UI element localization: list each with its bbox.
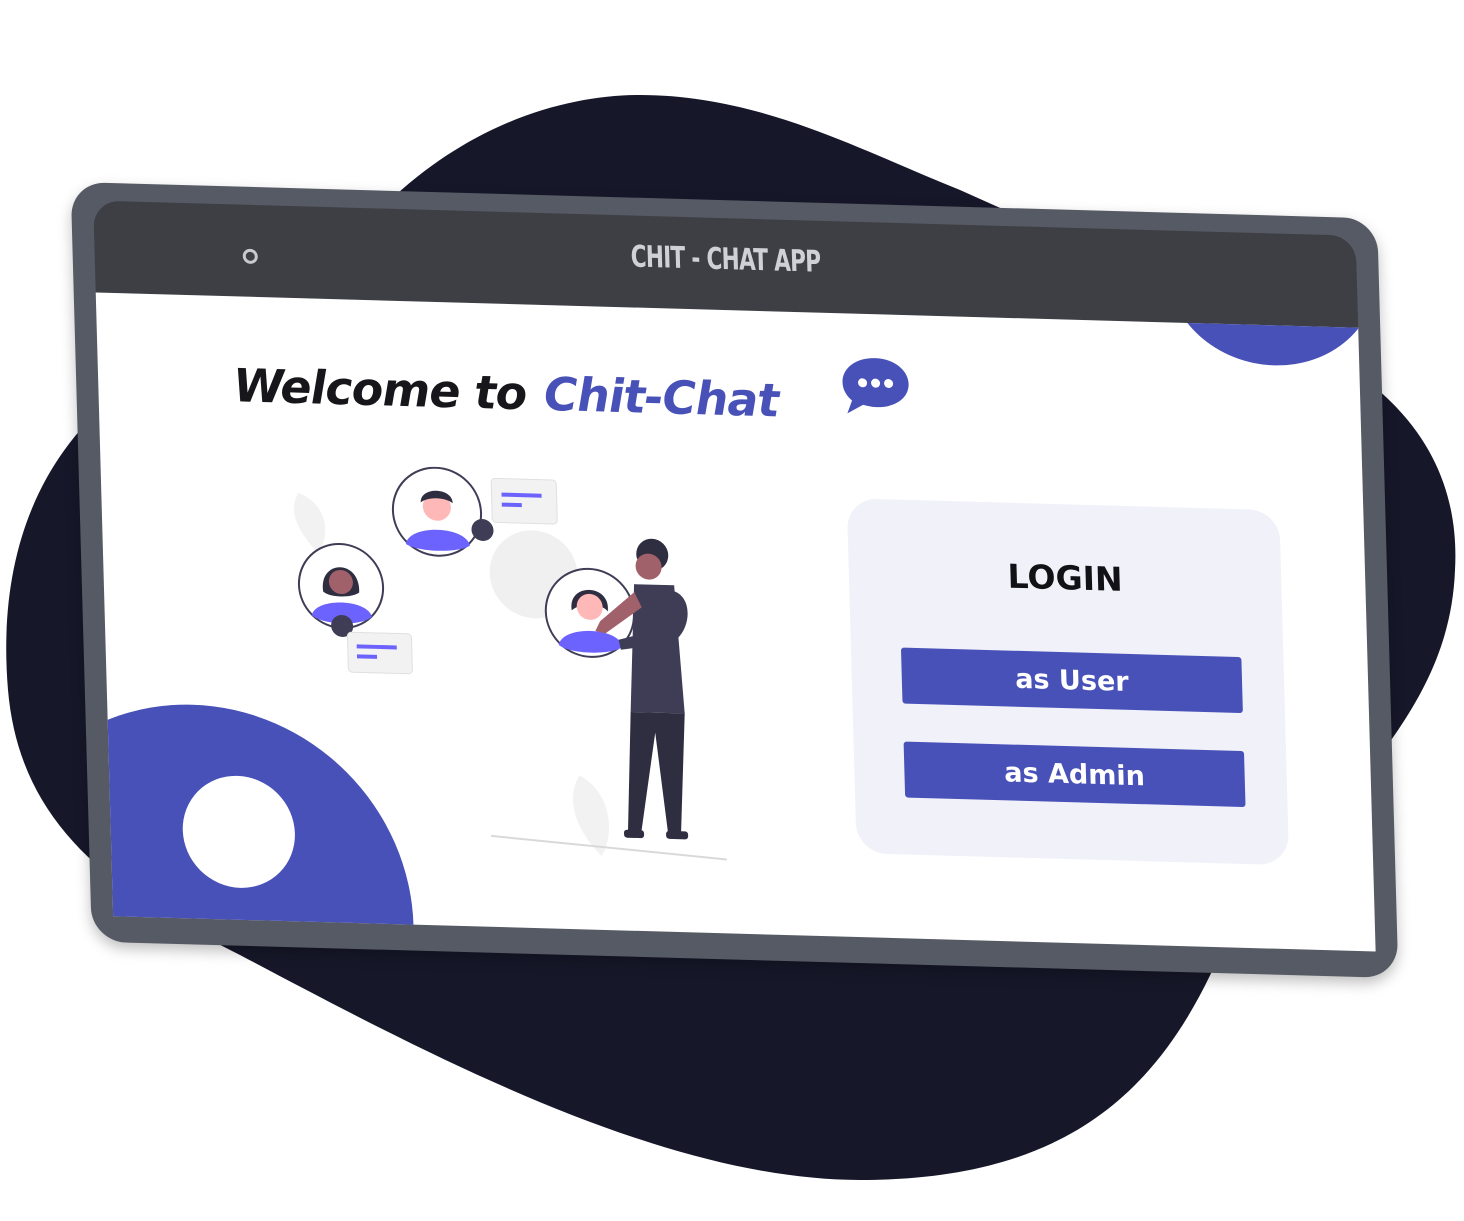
- login-title: LOGIN: [1007, 556, 1124, 599]
- window-title: CHIT - CHAT APP: [630, 239, 821, 280]
- welcome-heading: Welcome to Chit-Chat: [233, 358, 779, 427]
- camera-dot-icon: [242, 248, 258, 265]
- login-card: LOGIN as User as Admin: [846, 498, 1290, 866]
- welcome-brand: Chit-Chat: [543, 366, 780, 428]
- login-as-user-button[interactable]: as User: [900, 647, 1243, 714]
- tablet-device: CHIT - CHAT APP Welcome to Chit-Chat LOG…: [70, 181, 1399, 979]
- login-as-admin-button[interactable]: as Admin: [903, 741, 1246, 808]
- welcome-prefix: Welcome to: [232, 358, 527, 421]
- chat-bubble-icon: [842, 358, 909, 414]
- app-screen: Welcome to Chit-Chat LOGIN as User as Ad…: [95, 292, 1376, 952]
- people-network-illustration: [294, 466, 727, 861]
